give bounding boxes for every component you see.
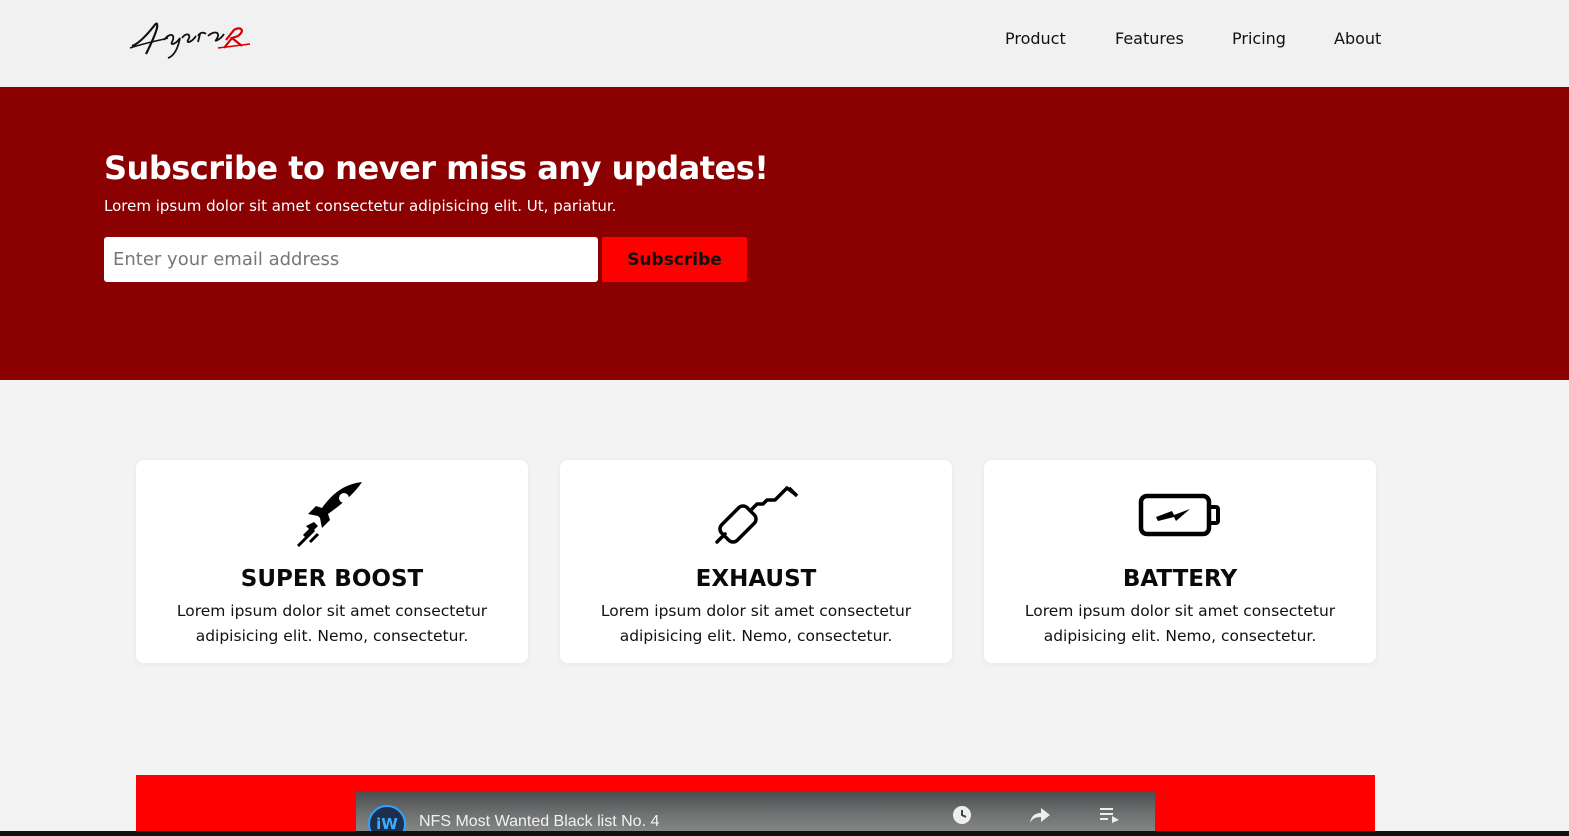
subscribe-section: Subscribe to never miss any updates! Lor… (0, 87, 1569, 380)
main-nav: Product Features Pricing About (0, 29, 1569, 53)
feature-title: EXHAUST (695, 566, 817, 592)
subscribe-subtitle: Lorem ipsum dolor sit amet consectetur a… (104, 197, 617, 215)
nav-features[interactable]: Features (1115, 29, 1184, 48)
feature-title: SUPER BOOST (240, 566, 424, 592)
nav-about[interactable]: About (1334, 29, 1381, 48)
nav-product[interactable]: Product (1005, 29, 1066, 48)
watch-later-icon[interactable] (950, 805, 974, 825)
feature-text: Lorem ipsum dolor sit amet consectetur a… (600, 602, 912, 645)
subscribe-button[interactable]: Subscribe (602, 237, 747, 282)
site-header: Product Features Pricing About (0, 0, 1569, 87)
video-title[interactable]: NFS Most Wanted Black list No. 4 (419, 813, 659, 831)
battery-icon (984, 478, 1376, 554)
playlist-icon[interactable] (1098, 805, 1122, 825)
nav-pricing[interactable]: Pricing (1232, 29, 1286, 48)
video-section: iW NFS Most Wanted Black list No. 4 (136, 775, 1375, 836)
video-player[interactable]: iW NFS Most Wanted Black list No. 4 (356, 791, 1155, 836)
rocket-icon (136, 478, 528, 554)
feature-title: BATTERY (1122, 566, 1238, 592)
exhaust-icon (560, 478, 952, 554)
feature-card-exhaust: EXHAUST Lorem ipsum dolor sit amet conse… (560, 460, 952, 663)
viewport-bottom-edge (0, 831, 1569, 836)
feature-card-super-boost: SUPER BOOST Lorem ipsum dolor sit amet c… (136, 460, 528, 663)
email-input[interactable] (104, 237, 598, 282)
share-icon[interactable] (1028, 805, 1052, 825)
feature-card-battery: BATTERY Lorem ipsum dolor sit amet conse… (984, 460, 1376, 663)
subscribe-title: Subscribe to never miss any updates! (104, 149, 769, 187)
feature-text: Lorem ipsum dolor sit amet consectetur a… (176, 602, 488, 645)
feature-text: Lorem ipsum dolor sit amet consectetur a… (1024, 602, 1336, 645)
